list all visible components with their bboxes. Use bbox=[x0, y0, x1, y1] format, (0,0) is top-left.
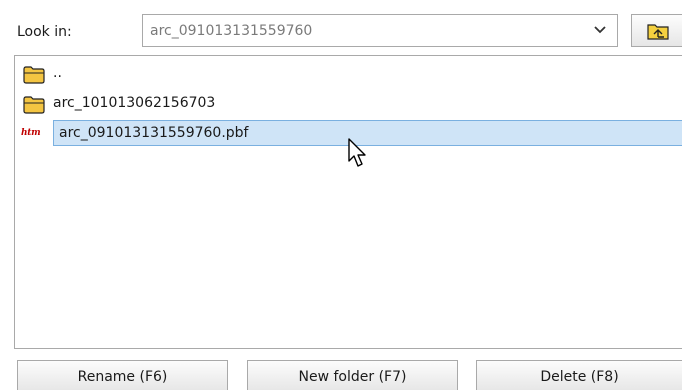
folder-up-icon bbox=[647, 24, 669, 40]
folder-icon bbox=[23, 96, 45, 114]
new-folder-button[interactable]: New folder (F7) bbox=[247, 360, 458, 390]
list-item-label: arc_091013131559760.pbf bbox=[59, 125, 249, 141]
file-chooser-dialog: Look in: arc_091013131559760 .. arc_1010… bbox=[0, 0, 682, 390]
list-item-folder[interactable]: arc_101013062156703 bbox=[19, 91, 682, 117]
list-item-label: .. bbox=[53, 65, 62, 81]
folder-icon bbox=[23, 66, 45, 84]
chevron-down-icon bbox=[594, 26, 606, 34]
htm-file-icon: htm bbox=[21, 128, 41, 138]
look-in-value: arc_091013131559760 bbox=[150, 23, 313, 39]
up-one-level-button[interactable] bbox=[631, 14, 682, 47]
list-item-label: arc_101013062156703 bbox=[53, 95, 216, 111]
rename-button[interactable]: Rename (F6) bbox=[17, 360, 228, 390]
file-list[interactable]: .. arc_101013062156703 htm arc_091013131… bbox=[14, 55, 682, 349]
mouse-pointer-icon bbox=[348, 138, 366, 167]
look-in-dropdown[interactable]: arc_091013131559760 bbox=[142, 14, 618, 47]
delete-button[interactable]: Delete (F8) bbox=[476, 360, 682, 390]
look-in-label: Look in: bbox=[17, 24, 72, 40]
list-item-parent[interactable]: .. bbox=[19, 61, 682, 87]
